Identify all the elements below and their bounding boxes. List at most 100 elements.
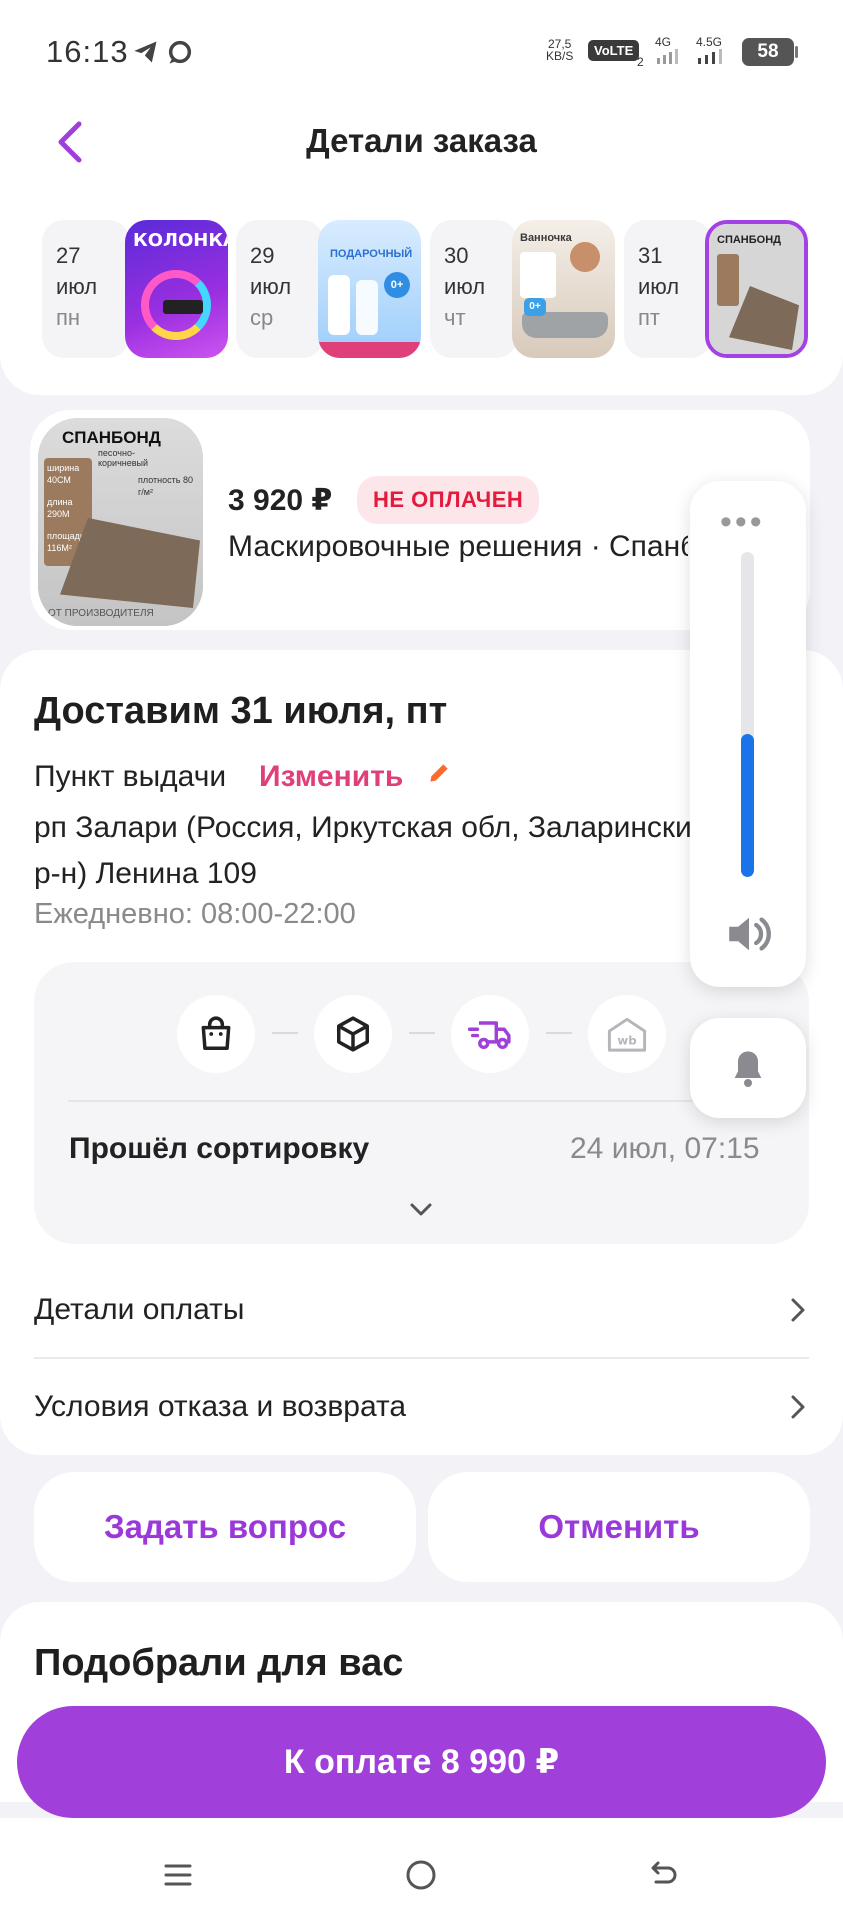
date-weekday: чт [444,305,466,330]
signal-45g-icon: 4.5G [696,36,730,69]
bottle-shape [328,275,350,335]
row-divider [34,1357,809,1359]
bell-icon [734,1051,762,1087]
info-card [520,252,556,298]
payment-details-row[interactable]: Детали оплаты [34,1270,809,1350]
recommendations-title: Подобрали для вас [34,1642,404,1684]
pickup-house-icon: wb [607,1017,647,1052]
age-badge: 0+ [384,272,410,298]
volume-slider[interactable] [741,552,754,877]
step-in-transit [451,995,529,1073]
more-options-icon[interactable]: ••• [720,505,765,539]
age-badge: 0+ [524,298,546,316]
pickup-hours: Ежедневно: 08:00-22:00 [34,898,356,930]
order-thumbnail-speaker[interactable]: КОЛОНКА [125,220,228,358]
net-speed: 27,5 KB/S [546,38,573,62]
chevron-right-icon [791,1395,805,1419]
date-day: 27 [56,243,81,268]
order-thumbnail-spunbond-selected[interactable]: СПАНБОНД [705,220,808,358]
pickup-label: Пункт выдачи [34,760,227,793]
step-connector [546,1032,572,1034]
spec-density: плотность 80 г/м² [138,475,193,497]
telegram-icon [132,38,160,73]
nav-home-button[interactable] [396,1850,446,1900]
home-circle-icon [406,1860,436,1890]
step-packed [314,995,392,1073]
spec-width: ширина 40СМ [47,463,80,485]
label-column [717,254,739,306]
thumb-title: КОЛОНКА [133,230,228,251]
date-month: июл [250,274,292,299]
fabric-shape [729,286,799,350]
tracking-divider [68,1100,776,1102]
step-pickup-point: wb [588,995,666,1073]
payment-details-label: Детали оплаты [34,1293,245,1326]
nav-recents-button[interactable] [153,1850,203,1900]
date-day: 29 [250,243,275,268]
signal-45g-label: 4.5G [696,35,723,49]
ring-mode-button[interactable] [690,1018,806,1118]
chevron-down-icon [410,1203,432,1216]
volume-level [741,734,754,877]
back-arrow-icon [651,1861,677,1884]
date-weekday: ср [250,305,274,330]
date-month: июл [56,274,98,299]
product-image-subtitle: песочно-коричневый [98,448,149,468]
battery-indicator: 58 [742,38,794,66]
wb-label: wb [617,1033,636,1047]
return-terms-label: Условия отказа и возврата [34,1390,407,1423]
product-price: 3 920 ₽ [228,484,333,517]
date-weekday: пн [56,305,81,330]
signal-4g-icon: 4G [655,36,681,69]
pencil-icon[interactable] [426,760,452,793]
timeline-date[interactable]: 31 июл пт [624,220,712,358]
package-box-icon [337,1016,369,1052]
date-day: 31 [638,243,663,268]
menu-lines-icon [164,1864,192,1886]
thumb-title: Ванночка [520,232,572,244]
product-image[interactable]: СПАНБОНД песочно-коричневый ширина 40СМ … [38,418,203,626]
shopping-bag-icon [201,1016,231,1050]
date-month: июл [444,274,486,299]
delivery-title: Доставим 31 июля, пт [34,690,448,732]
speaker-display [163,300,203,314]
step-connector [272,1032,298,1034]
step-connector [409,1032,435,1034]
volte-sim: 2 [637,55,644,69]
tracking-status-time: 24 июл, 07:15 [570,1132,760,1165]
timeline-date[interactable]: 27 июл пн [42,220,130,358]
date-day: 30 [444,243,469,268]
delivery-truck-icon [468,1021,511,1050]
promo-stripe [318,342,421,358]
order-thumbnail-gift-set[interactable]: ПОДАРОЧНЫЙ 0+ [318,220,421,358]
order-thumbnail-bath[interactable]: Ванночка 0+ [512,220,615,358]
product-name: Маскировочные решения · Спанбонд [228,530,688,563]
net-speed-unit: KB/S [546,49,574,63]
pay-button[interactable]: К оплате 8 990 ₽ [17,1706,826,1818]
product-image-title: СПАНБОНД [62,428,161,447]
bottle-shape [356,280,378,335]
expand-tracking-button[interactable] [406,1194,436,1224]
status-time: 16:13 [46,34,129,69]
speaker-volume-icon[interactable] [722,907,776,961]
return-terms-row[interactable]: Условия отказа и возврата [34,1367,809,1447]
tracking-status: Прошёл сортировку [69,1132,370,1165]
change-pickup-link[interactable]: Изменить [259,760,403,794]
timeline-date[interactable]: 29 июл ср [236,220,324,358]
thumb-title: СПАНБОНД [717,234,781,246]
step-ordered [177,995,255,1073]
thumb-title: ПОДАРОЧНЫЙ [330,248,413,260]
ask-question-button[interactable]: Задать вопрос [34,1472,416,1582]
nav-back-button[interactable] [638,1850,688,1900]
signal-4g-label: 4G [655,35,672,49]
pickup-address: рп Залари (Россия, Иркутская обл, Залари… [34,811,709,890]
chat-bubble-icon [166,38,194,73]
product-image-footer: от производителя [48,608,154,619]
volte-badge: VoLTE [588,40,640,61]
page-title: Детали заказа [306,122,537,159]
date-month: июл [638,274,680,299]
cancel-order-button[interactable]: Отменить [428,1472,810,1582]
chevron-right-icon [791,1298,805,1322]
timeline-date[interactable]: 30 июл чт [430,220,518,358]
payment-status-badge: НЕ ОПЛАЧЕН [357,476,540,524]
